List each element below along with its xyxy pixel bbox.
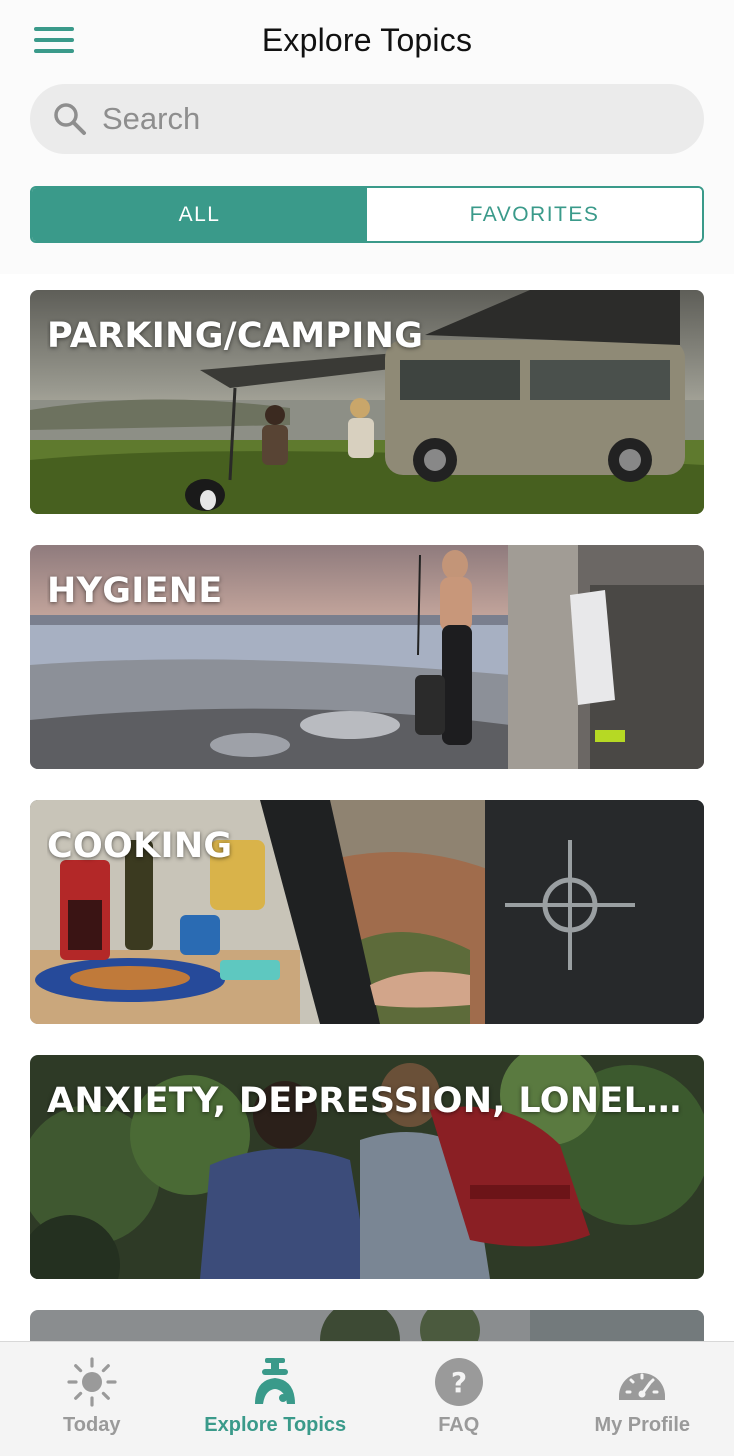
speedometer-icon xyxy=(619,1373,666,1400)
topic-card-anxiety-depression[interactable]: ANXIETY, DEPRESSION, LONELI... xyxy=(30,1055,704,1279)
topic-card-hygiene[interactable]: HYGIENE xyxy=(30,545,704,769)
bottom-tab-bar: Today Explore Topics ? FAQ My Profile xyxy=(0,1341,734,1456)
topic-label: COOKING xyxy=(47,826,233,866)
sun-icon xyxy=(67,1357,117,1407)
segment-all[interactable]: ALL xyxy=(32,188,367,241)
segment-favorites[interactable]: FAVORITES xyxy=(367,188,702,241)
topic-label: PARKING/CAMPING xyxy=(47,316,424,356)
page-title: Explore Topics xyxy=(261,22,473,58)
search-bar[interactable] xyxy=(30,84,704,154)
topic-card-cooking[interactable]: COOKING xyxy=(30,800,704,1024)
topic-card-parking-camping[interactable]: PARKING/CAMPING xyxy=(30,290,704,514)
tab-faq[interactable]: ? FAQ xyxy=(367,1342,551,1456)
filter-segmented-control: ALL FAVORITES xyxy=(30,186,704,243)
topic-label: HYGIENE xyxy=(47,571,223,611)
explore-topics-icon xyxy=(255,1358,296,1404)
tab-my-profile[interactable]: My Profile xyxy=(551,1342,734,1456)
tab-explore-topics[interactable]: Explore Topics xyxy=(184,1342,368,1456)
svg-text:?: ? xyxy=(451,1366,467,1399)
topic-label: ANXIETY, DEPRESSION, LONELI... xyxy=(47,1081,687,1121)
tab-label: My Profile xyxy=(594,1414,691,1436)
tab-label: Today xyxy=(63,1414,121,1436)
question-icon: ? xyxy=(434,1358,483,1406)
tab-label: Explore Topics xyxy=(204,1414,347,1436)
tab-today[interactable]: Today xyxy=(0,1342,184,1456)
header: Explore Topics ALL FAVORITES xyxy=(0,0,734,274)
tab-label: FAQ xyxy=(438,1414,480,1436)
search-input[interactable] xyxy=(102,101,662,137)
search-icon xyxy=(54,103,86,135)
